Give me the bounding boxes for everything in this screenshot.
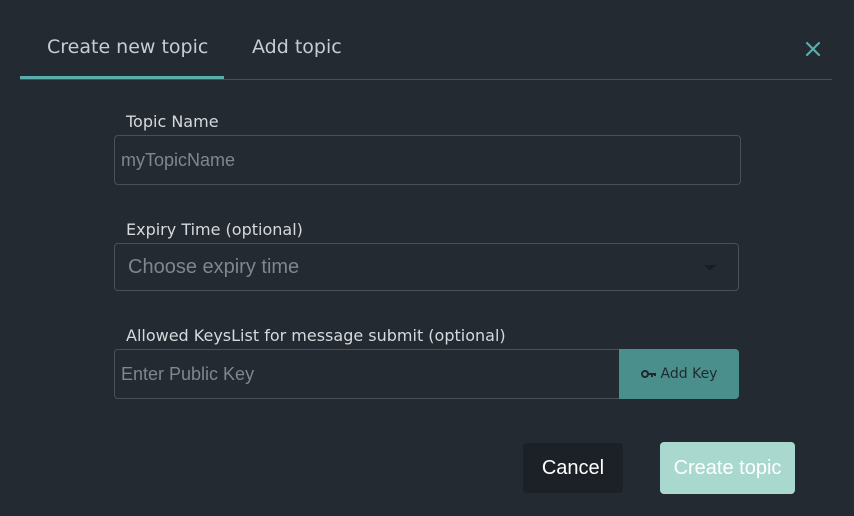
expiry-time-label: Expiry Time (optional) xyxy=(126,220,303,239)
key-icon xyxy=(640,369,657,379)
tab-create-new-topic[interactable]: Create new topic xyxy=(47,36,208,58)
tab-add-topic[interactable]: Add topic xyxy=(252,36,342,58)
active-tab-indicator xyxy=(20,76,224,79)
expiry-time-selected-value: Choose expiry time xyxy=(128,256,300,278)
chevron-down-icon xyxy=(704,265,716,271)
expiry-time-select[interactable]: Choose expiry time xyxy=(114,243,739,291)
topic-name-label: Topic Name xyxy=(126,112,219,131)
add-key-label: Add Key xyxy=(660,366,718,382)
public-key-input[interactable] xyxy=(114,349,619,399)
close-button[interactable] xyxy=(803,39,823,59)
allowed-keys-label: Allowed KeysList for message submit (opt… xyxy=(126,326,506,345)
create-topic-button[interactable]: Create topic xyxy=(660,442,795,494)
tab-bar: Create new topic Add topic xyxy=(20,0,832,80)
cancel-button[interactable]: Cancel xyxy=(523,443,623,493)
create-topic-dialog: Create new topic Add topic Topic Name Ex… xyxy=(0,0,854,516)
close-icon xyxy=(805,41,821,57)
topic-name-input[interactable] xyxy=(114,135,741,185)
add-key-button[interactable]: Add Key xyxy=(619,349,739,399)
